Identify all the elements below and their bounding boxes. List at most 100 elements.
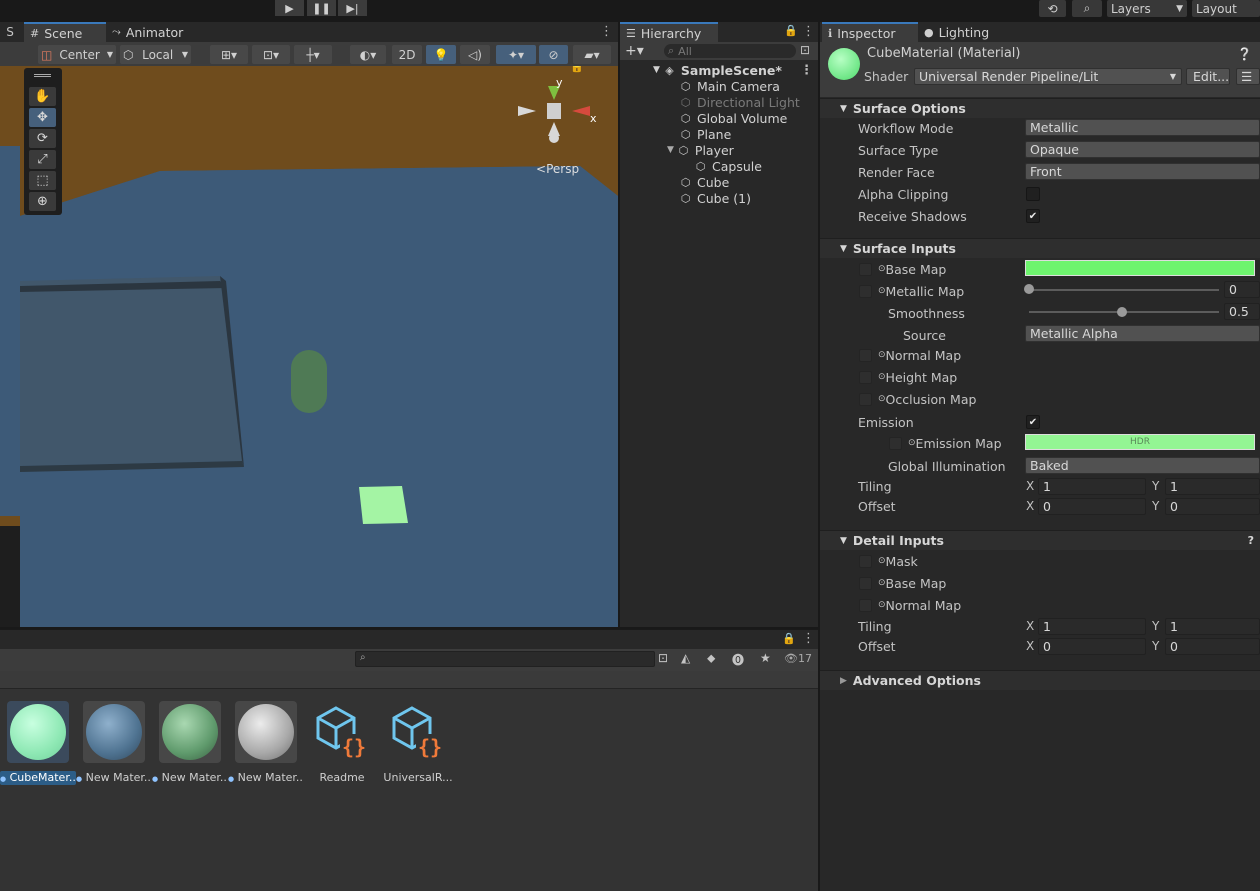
search-by-type-icon[interactable]: ⊡	[658, 651, 668, 665]
tiling-y-field[interactable]: 1	[1165, 478, 1260, 495]
object-picker-icon[interactable]: ⊙	[878, 578, 886, 588]
tab-lighting[interactable]: ● Lighting	[918, 22, 995, 42]
warning-icon[interactable]: ⓿	[732, 651, 744, 668]
asset-tile[interactable]: {} Readme	[304, 701, 380, 785]
object-picker-icon[interactable]: ⊙	[878, 394, 886, 404]
tab-scene[interactable]: # Scene	[24, 22, 106, 42]
hierarchy-item[interactable]: ⬡ Capsule	[694, 158, 762, 174]
emission-checkbox[interactable]: ✔	[1026, 415, 1040, 429]
scene-menu-icon[interactable]: ⋮	[600, 24, 613, 39]
surface-type-dropdown[interactable]: Opaque	[1025, 141, 1260, 158]
help-icon[interactable]: ❔	[1237, 47, 1252, 61]
tab-animator[interactable]: ⤳ Animator	[106, 22, 189, 42]
pause-button[interactable]: ❚❚	[307, 0, 336, 16]
grid-snap-button[interactable]: ⊞▾	[210, 45, 248, 64]
smoothness-slider-handle[interactable]	[1117, 307, 1127, 317]
asset-tile[interactable]: ● CubeMater...	[0, 701, 76, 785]
detail-offset-y-field[interactable]: 0	[1165, 638, 1260, 655]
detail-offset-x-field[interactable]: 0	[1038, 638, 1146, 655]
object-picker-icon[interactable]: ⊙	[878, 556, 886, 566]
filter-type-icon[interactable]: ◭	[681, 651, 690, 665]
favorite-star-icon[interactable]: ★	[760, 651, 771, 665]
hierarchy-item[interactable]: ⬡ Directional Light	[679, 94, 800, 110]
hierarchy-item[interactable]: ⬡ Main Camera	[679, 78, 780, 94]
smoothness-value-field[interactable]: 0.5	[1224, 303, 1260, 320]
add-button[interactable]: +▾	[625, 43, 644, 59]
draw-mode-dropdown[interactable]: ◐▾	[350, 45, 386, 64]
receive-shadows-checkbox[interactable]: ✔	[1026, 209, 1040, 223]
hidden-packages-toggle[interactable]: 👁17	[784, 652, 812, 665]
metallic-slider-track[interactable]	[1029, 289, 1219, 291]
step-button[interactable]: ▶|	[338, 0, 367, 16]
render-face-dropdown[interactable]: Front	[1025, 163, 1260, 180]
hierarchy-item[interactable]: ⬡ Global Volume	[679, 110, 788, 126]
lighting-toggle[interactable]: 💡	[426, 45, 456, 64]
object-picker-icon[interactable]: ⊙	[908, 438, 916, 448]
detail-tiling-y-field[interactable]: 1	[1165, 618, 1260, 635]
edit-shader-button[interactable]: Edit...	[1186, 68, 1230, 85]
section-surface-options[interactable]: ▼ Surface Options	[820, 98, 1260, 118]
object-picker-icon[interactable]: ⊙	[878, 372, 886, 382]
asset-tile[interactable]: ● New Mater...	[152, 701, 228, 785]
gi-dropdown[interactable]: Baked	[1025, 457, 1260, 474]
drag-handle-icon[interactable]	[34, 74, 51, 77]
audio-toggle[interactable]: ◁)	[460, 45, 490, 64]
hierarchy-item[interactable]: ▼ ⬡ Player	[667, 142, 734, 158]
search-options-icon[interactable]: ⊡	[800, 43, 810, 57]
visibility-toggle[interactable]: ⊘	[539, 45, 568, 64]
hierarchy-item[interactable]: ⬡ Cube (1)	[679, 190, 751, 206]
layers-dropdown[interactable]: Layers ▼	[1107, 0, 1187, 17]
asset-tile[interactable]: {} UniversalR...	[380, 701, 456, 785]
detail-tiling-x-field[interactable]: 1	[1038, 618, 1146, 635]
space-dropdown[interactable]: ⬡ Local ▼	[120, 45, 191, 64]
rect-tool-button[interactable]: ⬚	[29, 171, 56, 190]
camera-dropdown[interactable]: ▰▾	[573, 45, 611, 64]
divider[interactable]	[618, 22, 620, 628]
lock-icon[interactable]: 🔒	[784, 24, 798, 37]
play-button[interactable]: ▶	[275, 0, 304, 16]
transform-tool-button[interactable]: ⊕	[29, 192, 56, 211]
tab-inspector[interactable]: ℹ Inspector	[822, 22, 918, 42]
object-picker-icon[interactable]: ⊙	[878, 600, 886, 610]
metallic-slider-handle[interactable]	[1024, 284, 1034, 294]
shader-options-button[interactable]: ☰	[1236, 68, 1260, 85]
increment-snap-button[interactable]: ⊡▾	[252, 45, 290, 64]
stub-tab-label[interactable]: S	[0, 22, 20, 42]
scale-tool-button[interactable]: ⤢	[29, 150, 56, 169]
shader-dropdown[interactable]: Universal Render Pipeline/Lit ▼	[914, 68, 1182, 85]
project-menu-icon[interactable]: ⋮	[802, 631, 815, 646]
pivot-dropdown[interactable]: ◫ Center ▼	[38, 45, 116, 64]
lock-icon[interactable]: 🔒	[782, 632, 796, 645]
help-icon[interactable]: ?	[1248, 534, 1254, 547]
alpha-clipping-checkbox[interactable]	[1026, 187, 1040, 201]
rotate-tool-button[interactable]: ⟳	[29, 129, 56, 148]
tiling-x-field[interactable]: 1	[1038, 478, 1146, 495]
layout-dropdown[interactable]: Layout	[1192, 0, 1260, 17]
move-tool-button[interactable]: ✥	[29, 108, 56, 127]
orientation-gizmo[interactable]: y x 🔒 <Persp	[514, 66, 597, 180]
effects-dropdown[interactable]: ✦▾	[496, 45, 536, 64]
history-button[interactable]: ⟲	[1039, 0, 1066, 17]
label-icon[interactable]: ⬥	[707, 651, 715, 666]
persp-toggle[interactable]: <Persp	[536, 162, 579, 176]
project-search-input[interactable]: ⌕	[355, 651, 655, 667]
divider[interactable]	[818, 22, 820, 891]
section-detail-inputs[interactable]: ▼ Detail Inputs?	[820, 530, 1260, 550]
base-map-color-field[interactable]	[1025, 260, 1255, 276]
object-picker-icon[interactable]: ⊙	[878, 286, 886, 296]
offset-y-field[interactable]: 0	[1165, 498, 1260, 515]
hierarchy-item[interactable]: ⬡ Cube	[679, 174, 730, 190]
hierarchy-search-input[interactable]: ⌕ All	[664, 44, 796, 58]
section-advanced-options[interactable]: ▶ Advanced Options	[820, 670, 1260, 690]
hierarchy-item[interactable]: ⬡ Plane	[679, 126, 732, 142]
scene-viewport[interactable]: y x 🔒 <Persp	[20, 66, 618, 627]
object-picker-icon[interactable]: ⊙	[878, 264, 886, 274]
hierarchy-menu-icon[interactable]: ⋮	[802, 24, 815, 39]
metallic-value-field[interactable]: 0	[1224, 281, 1260, 298]
scene-menu-icon[interactable]: ⋮	[800, 63, 813, 78]
lock-icon[interactable]: 🔒	[570, 66, 584, 73]
source-dropdown[interactable]: Metallic Alpha	[1025, 325, 1260, 342]
hand-tool-button[interactable]: ✋	[29, 87, 56, 106]
search-button[interactable]: ⌕	[1072, 0, 1102, 17]
ruler-button[interactable]: ┼▾	[294, 45, 332, 64]
